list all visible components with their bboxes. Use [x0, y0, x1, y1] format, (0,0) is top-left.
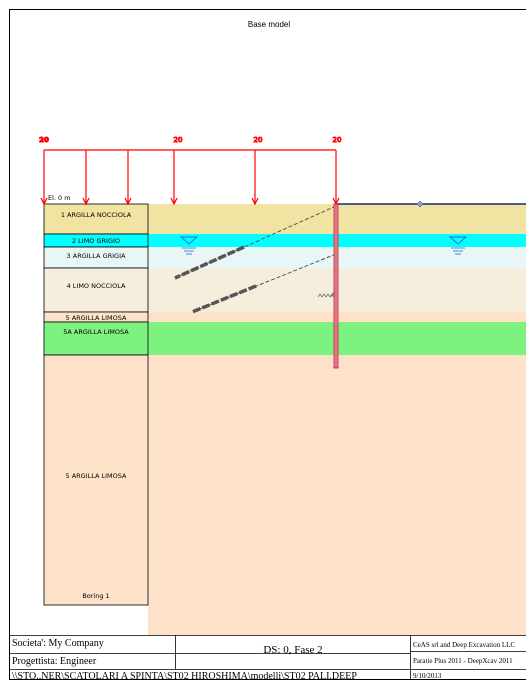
company-label: Societa': My Company: [12, 638, 104, 649]
load-value-label: 20: [39, 136, 49, 144]
load-value-label: 20: [174, 136, 183, 144]
load-value-label: 20: [333, 136, 342, 144]
soil-layer-label: 4 LIMO NOCCIOLA: [67, 282, 126, 290]
boring-cell-5-deep: [43, 354, 149, 606]
designer-label: Progettista: Engineer: [12, 656, 97, 667]
boring-cell-4: [43, 267, 149, 313]
boring-column: 1 ARGILLA NOCCIOLA 2 LIMO GRIGIO 3 ARGIL…: [43, 203, 149, 606]
soil-layer-label: 1 ARGILLA NOCCIOLA: [61, 211, 132, 219]
date-label: 9/10/2013: [413, 672, 442, 680]
diagram-title: Base model: [248, 20, 290, 29]
soil-layer-label: 2 LIMO GRIGIO: [72, 237, 120, 245]
surcharge-load: 20 20 20 20: [39, 136, 342, 206]
software-name-label: Paratie Plus 2011 - DeepXcav 2011: [413, 657, 513, 665]
file-path-label: \\STO..NER\SCATOLARI A SPINTA\ST02 HIROS…: [12, 671, 357, 682]
soil-band-5-deep: [148, 355, 526, 635]
boring-label: Boring 1: [82, 592, 109, 600]
boring-cell-5a: [43, 321, 149, 356]
soil-layer-label: 5 ARGILLA LIMOSA: [66, 314, 128, 322]
load-value-label: 20: [254, 136, 263, 144]
software-company-label: CeAS srl and Deep Excavation LLC: [413, 641, 516, 649]
design-stage-label: DS: 0, Fase 2: [263, 644, 323, 656]
soil-layer-label: 3 ARGILLA GRIGIA: [67, 252, 126, 260]
soil-layer-label: 5A ARGILLA LIMOSA: [63, 328, 129, 336]
soil-layer-label: 5 ARGILLA LIMOSA: [66, 472, 128, 480]
excavation-diagram: Base model 1 ARGILLA NOCCIOLA 2 LIMO GRI…: [9, 9, 526, 680]
drawing-sheet: Base model 1 ARGILLA NOCCIOLA 2 LIMO GRI…: [0, 0, 526, 686]
boring-cell-1: [43, 203, 149, 235]
elevation-label: El. 0 m: [48, 194, 71, 202]
